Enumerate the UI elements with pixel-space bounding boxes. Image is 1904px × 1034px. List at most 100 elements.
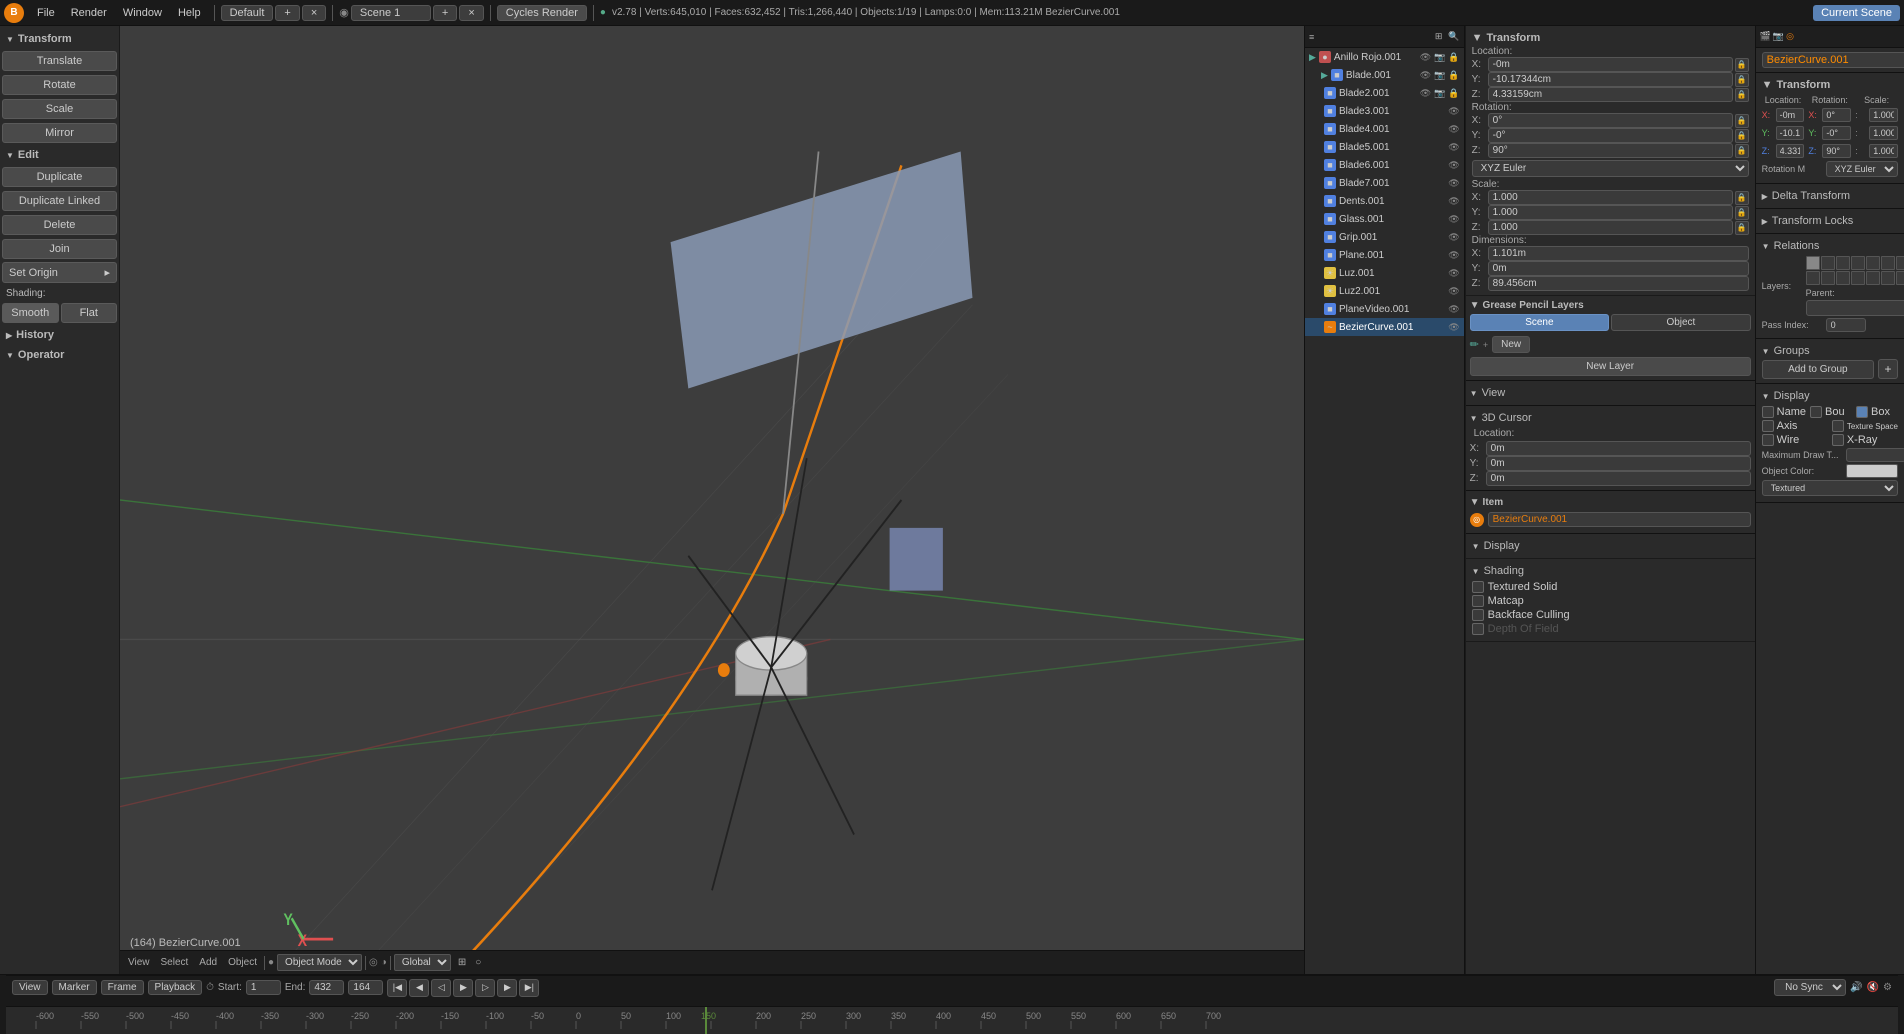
proportional-btn[interactable]: ○: [471, 956, 485, 969]
display-type-select[interactable]: Textured Solid Wire: [1762, 480, 1898, 496]
flat-btn[interactable]: Flat: [61, 303, 118, 323]
vp-object-btn[interactable]: Object: [224, 956, 261, 969]
outliner-item-luz2[interactable]: ☀ Luz2.001 👁: [1305, 282, 1464, 300]
item-name-input[interactable]: [1488, 512, 1751, 527]
groups-header[interactable]: ▼ Groups: [1762, 343, 1898, 359]
layer-14[interactable]: [1851, 271, 1865, 285]
end-frame-input[interactable]: [309, 980, 344, 995]
pass-index-input[interactable]: [1826, 318, 1866, 332]
dim-x-input[interactable]: [1488, 246, 1749, 261]
item-visibility[interactable]: 👁: [1448, 142, 1459, 153]
cursor-y-input[interactable]: [1486, 456, 1751, 471]
view-timeline-btn[interactable]: View: [12, 980, 48, 995]
smooth-btn[interactable]: Smooth: [2, 303, 59, 323]
item-visibility[interactable]: 👁: [1448, 160, 1459, 171]
item-visibility[interactable]: 👁: [1420, 88, 1431, 99]
menu-window[interactable]: Window: [116, 5, 169, 21]
item-visibility[interactable]: 👁: [1448, 232, 1459, 243]
loc-x-input[interactable]: [1776, 108, 1805, 122]
layer-4[interactable]: [1851, 256, 1865, 270]
item-render[interactable]: 🔒: [1448, 52, 1459, 63]
layer-7[interactable]: [1896, 256, 1904, 270]
sync-mode-select[interactable]: No Sync: [1774, 979, 1846, 996]
outliner-item-blade2[interactable]: ■ Blade2.001 👁 📷 🔒: [1305, 84, 1464, 102]
mirror-btn[interactable]: Mirror: [2, 123, 117, 143]
duplicate-btn[interactable]: Duplicate: [2, 167, 117, 187]
item-render[interactable]: 🔒: [1448, 70, 1459, 81]
location-x-input[interactable]: [1488, 57, 1733, 72]
rot-x-input[interactable]: [1822, 108, 1851, 122]
item-visibility[interactable]: 👁: [1448, 268, 1459, 279]
rotation-z-lock[interactable]: 🔒: [1735, 144, 1749, 158]
props-tab-render[interactable]: 📷: [1773, 31, 1784, 42]
join-btn[interactable]: Join: [2, 239, 117, 259]
outliner-item-grip[interactable]: ■ Grip.001 👁: [1305, 228, 1464, 246]
transform-panel-header[interactable]: ▼ Transform: [1472, 30, 1749, 46]
outliner-item-dents[interactable]: ■ Dents.001 👁: [1305, 192, 1464, 210]
layout-selector[interactable]: Default: [221, 5, 274, 21]
rotation-z-input[interactable]: [1488, 143, 1733, 158]
vp-select-btn[interactable]: Select: [157, 956, 193, 969]
marker-btn[interactable]: Marker: [52, 980, 97, 995]
item-visibility[interactable]: 👁: [1420, 70, 1431, 81]
rotate-btn[interactable]: Rotate: [2, 75, 117, 95]
current-scene-btn[interactable]: Current Scene: [1813, 5, 1900, 21]
scene-add-btn[interactable]: +: [433, 5, 457, 21]
outliner-item-glass[interactable]: ■ Glass.001 👁: [1305, 210, 1464, 228]
layer-15[interactable]: [1866, 271, 1880, 285]
cursor-header[interactable]: ▼ 3D Cursor: [1470, 410, 1751, 426]
shading-sub-header[interactable]: ▼ Shading: [1472, 563, 1749, 579]
delta-header[interactable]: ▶ Delta Transform: [1762, 188, 1898, 204]
display-header[interactable]: ▼ Display: [1762, 388, 1898, 404]
dim-y-input[interactable]: [1488, 261, 1749, 276]
vp-view-btn[interactable]: View: [124, 956, 154, 969]
layer-2[interactable]: [1821, 256, 1835, 270]
location-z-input[interactable]: [1488, 87, 1733, 102]
cursor-z-input[interactable]: [1486, 471, 1751, 486]
rotation-x-lock[interactable]: 🔒: [1735, 114, 1749, 128]
scale-z-lock[interactable]: 🔒: [1735, 221, 1749, 235]
transform-props-header[interactable]: ▼ Transform: [1762, 77, 1898, 93]
box-checkbox[interactable]: [1856, 406, 1868, 418]
scale-z-input[interactable]: [1488, 220, 1733, 235]
dim-z-input[interactable]: [1488, 276, 1749, 291]
xray-checkbox[interactable]: [1832, 434, 1844, 446]
add-to-group-btn[interactable]: Add to Group: [1762, 360, 1874, 379]
prev-keyframe-btn[interactable]: ◁: [431, 979, 451, 997]
delete-btn[interactable]: Delete: [2, 215, 117, 235]
view-header[interactable]: ▼ View: [1470, 385, 1751, 401]
rotation-y-lock[interactable]: 🔒: [1735, 129, 1749, 143]
outliner-item-blade3[interactable]: ■ Blade3.001 👁: [1305, 102, 1464, 120]
loc-y-input2[interactable]: [1776, 126, 1805, 140]
location-z-lock[interactable]: 🔒: [1735, 88, 1749, 102]
next-frame-btn[interactable]: ▶: [497, 979, 517, 997]
layer-3[interactable]: [1836, 256, 1850, 270]
menu-help[interactable]: Help: [171, 5, 208, 21]
location-y-lock[interactable]: 🔒: [1735, 73, 1749, 87]
outliner-item-plane[interactable]: ■ Plane.001 👁: [1305, 246, 1464, 264]
backface-checkbox[interactable]: [1472, 609, 1484, 621]
play-btn[interactable]: ▶: [453, 979, 473, 997]
axis-checkbox[interactable]: [1762, 420, 1774, 432]
max-draw-input[interactable]: [1846, 448, 1904, 462]
edit-section-header[interactable]: ▼ Edit: [2, 146, 117, 164]
set-origin-btn[interactable]: Set Origin ▸: [2, 262, 117, 283]
layer-5[interactable]: [1866, 256, 1880, 270]
item-render[interactable]: 🔒: [1448, 88, 1459, 99]
cursor-x-input[interactable]: [1486, 441, 1751, 456]
viewport-pivot-select[interactable]: Global: [394, 954, 451, 971]
bou-checkbox[interactable]: [1810, 406, 1822, 418]
scale-z-input2[interactable]: [1869, 144, 1898, 158]
translate-btn[interactable]: Translate: [2, 51, 117, 71]
layer-11[interactable]: [1806, 271, 1820, 285]
layer-16[interactable]: [1881, 271, 1895, 285]
menu-render[interactable]: Render: [64, 5, 114, 21]
scale-btn[interactable]: Scale: [2, 99, 117, 119]
loc-z-input2[interactable]: [1776, 144, 1805, 158]
object-name-field[interactable]: [1762, 52, 1904, 68]
outliner-item-anillo[interactable]: ▶ ● Anillo Rojo.001 👁 📷 🔒: [1305, 48, 1464, 66]
gp-new-layer-btn[interactable]: New Layer: [1470, 357, 1751, 376]
layer-13[interactable]: [1836, 271, 1850, 285]
gp-new-btn[interactable]: New: [1492, 336, 1530, 353]
location-y-input[interactable]: [1488, 72, 1733, 87]
